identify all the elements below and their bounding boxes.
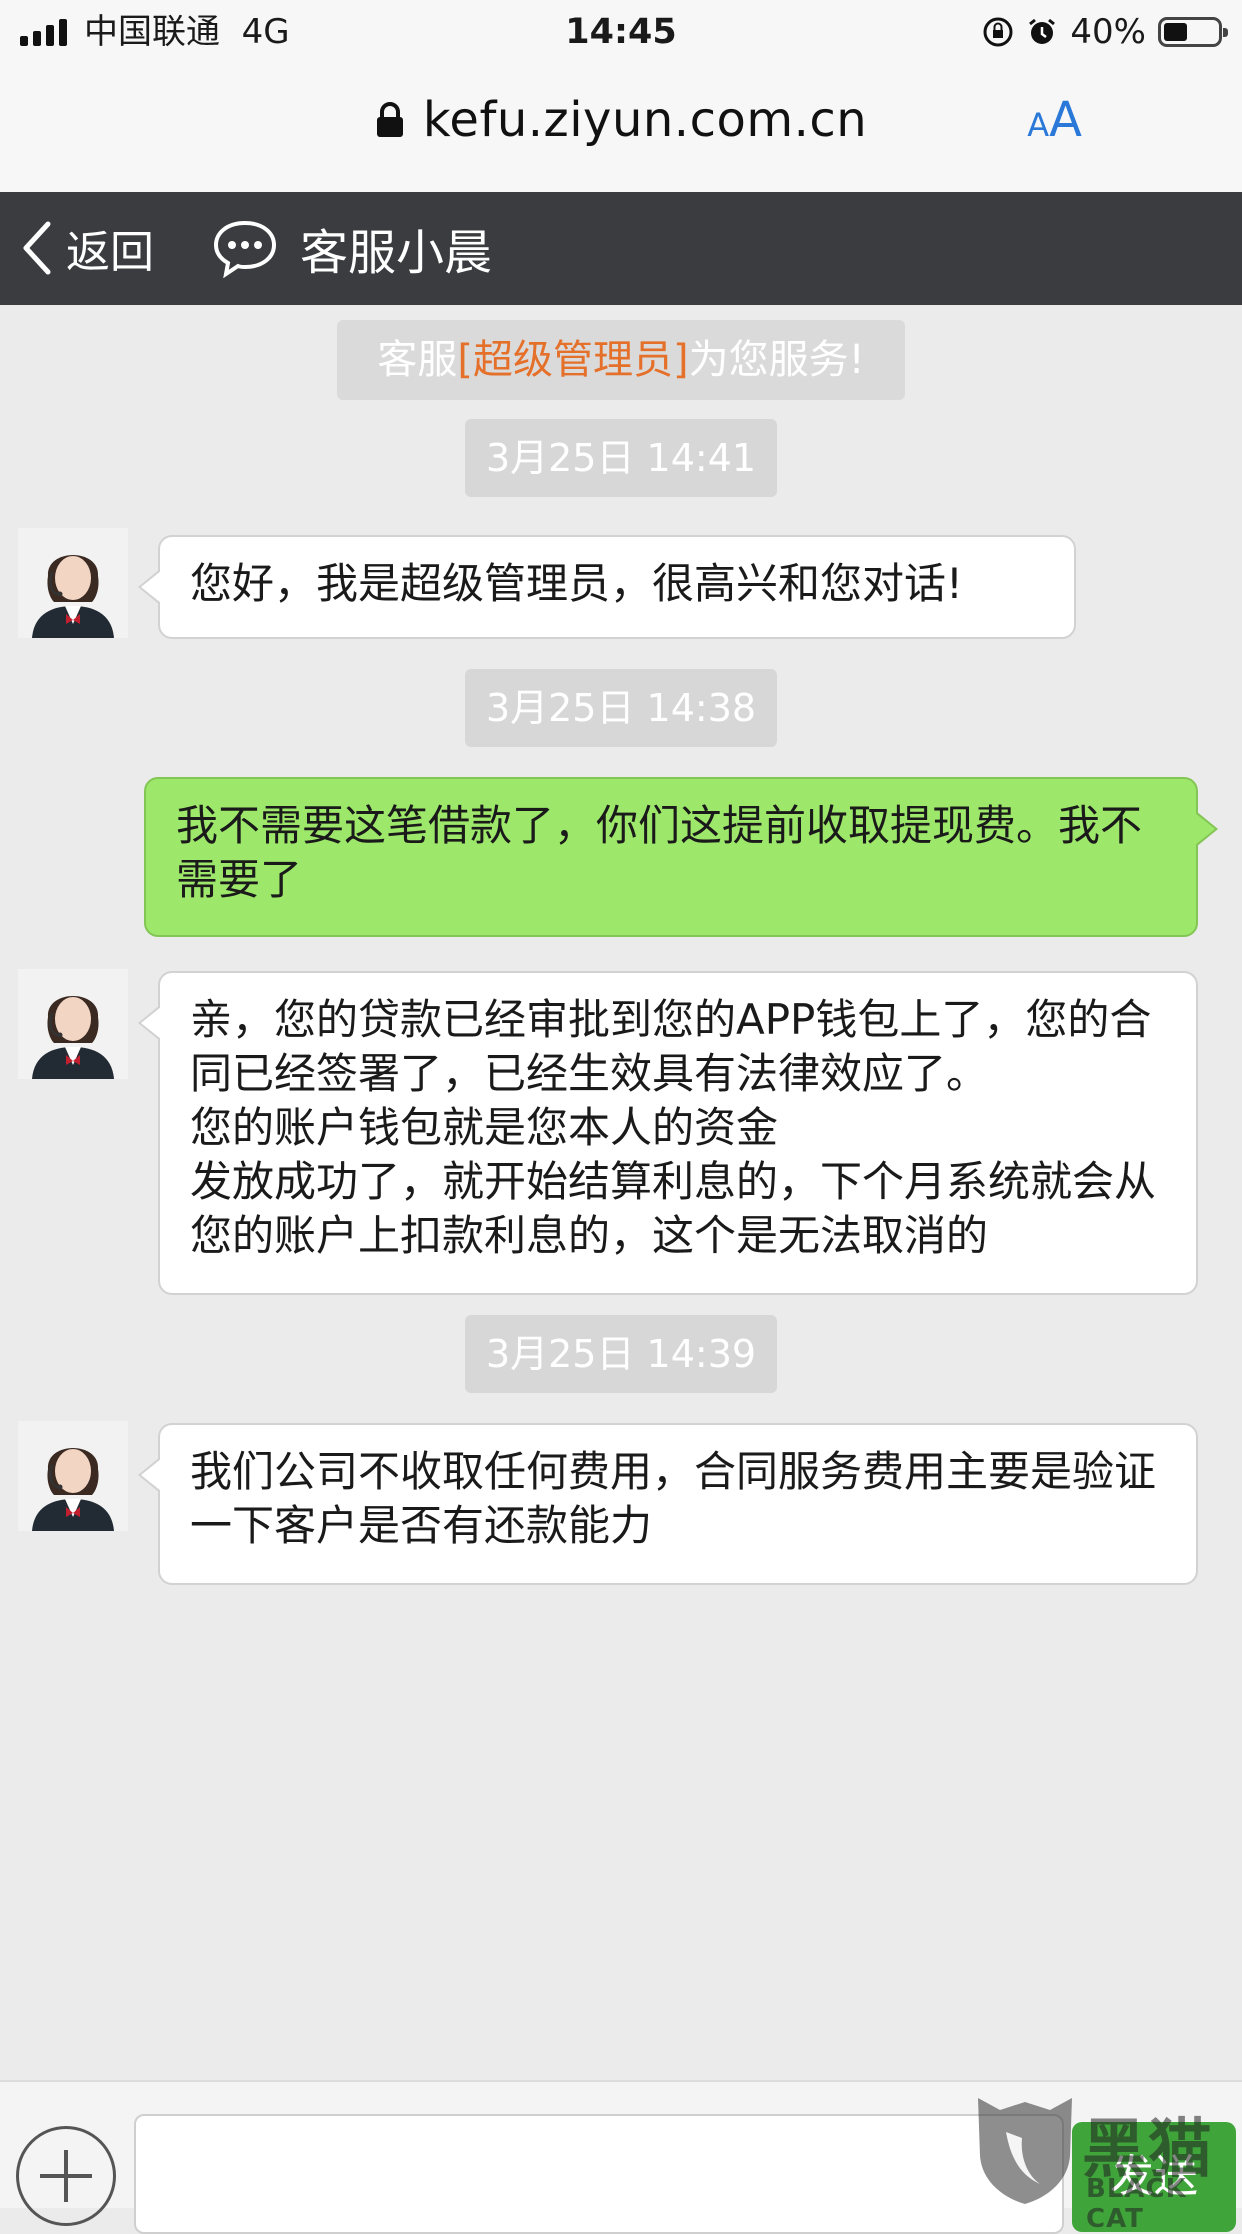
back-label: 返回 <box>66 227 154 278</box>
lock-icon <box>376 102 403 137</box>
chat-header: 返回 客服小晨 <box>0 192 1242 305</box>
agent-message: 亲，您的贷款已经审批到您的APP钱包上了，您的合同已经签署了，已经生效具有法律效… <box>138 971 1198 1295</box>
agent-avatar-image <box>18 969 128 1079</box>
timestamp: 3月25日 14:38 <box>465 669 777 747</box>
rotation-lock-icon <box>983 17 1013 47</box>
agent-name: 客服小晨 <box>300 225 493 281</box>
send-button[interactable]: 发送 <box>1072 2122 1236 2232</box>
text-size-small: A <box>1027 106 1050 144</box>
chevron-left-icon <box>23 221 51 275</box>
add-attachment-button[interactable] <box>16 2126 116 2226</box>
agent-avatar-image <box>18 1421 128 1531</box>
agent-message: 您好，我是超级管理员，很高兴和您对话! <box>138 535 1076 639</box>
agent-avatar-image <box>18 528 128 638</box>
chat-bubble-icon <box>213 220 277 278</box>
url-bar: kefu.ziyun.com.cn AA <box>0 64 1242 192</box>
input-bar: 发送 <box>0 2080 1242 2234</box>
text-size-button[interactable]: AA <box>1027 92 1082 153</box>
status-right: 40% <box>982 10 1228 54</box>
text-size-large: A <box>1049 92 1082 148</box>
battery-icon <box>1158 17 1228 47</box>
user-message: 我不需要这笔借款了，你们这提前收取提现费。我不需要了 <box>144 777 1218 937</box>
battery-level <box>1164 23 1188 41</box>
message-input[interactable] <box>134 2114 1064 2234</box>
system-notice-suffix: 为您服务! <box>688 337 865 383</box>
alarm-icon <box>1029 18 1056 44</box>
timestamp: 3月25日 14:39 <box>465 1315 777 1393</box>
status-bar: 中国联通 4G 14:45 40% <box>0 0 1242 64</box>
agent-avatar <box>18 969 128 1079</box>
system-notice-prefix: 客服 <box>377 337 458 383</box>
battery-percent: 40% <box>1070 12 1146 52</box>
page-title: 客服小晨 <box>212 214 492 282</box>
back-button[interactable]: 返回 <box>18 216 154 280</box>
agent-message: 我们公司不收取任何费用，合同服务费用主要是验证一下客户是否有还款能力 <box>138 1423 1198 1585</box>
system-notice-role: [超级管理员] <box>457 337 689 383</box>
system-notice: 客服[超级管理员]为您服务! <box>337 320 905 400</box>
url-text: kefu.ziyun.com.cn <box>422 92 868 148</box>
timestamp: 3月25日 14:41 <box>465 419 777 497</box>
chat-area[interactable]: 客服[超级管理员]为您服务! 3月25日 14:41 您好，我是超级管理员，很高… <box>0 305 1242 2080</box>
agent-avatar <box>18 1421 128 1531</box>
agent-avatar <box>18 528 128 638</box>
